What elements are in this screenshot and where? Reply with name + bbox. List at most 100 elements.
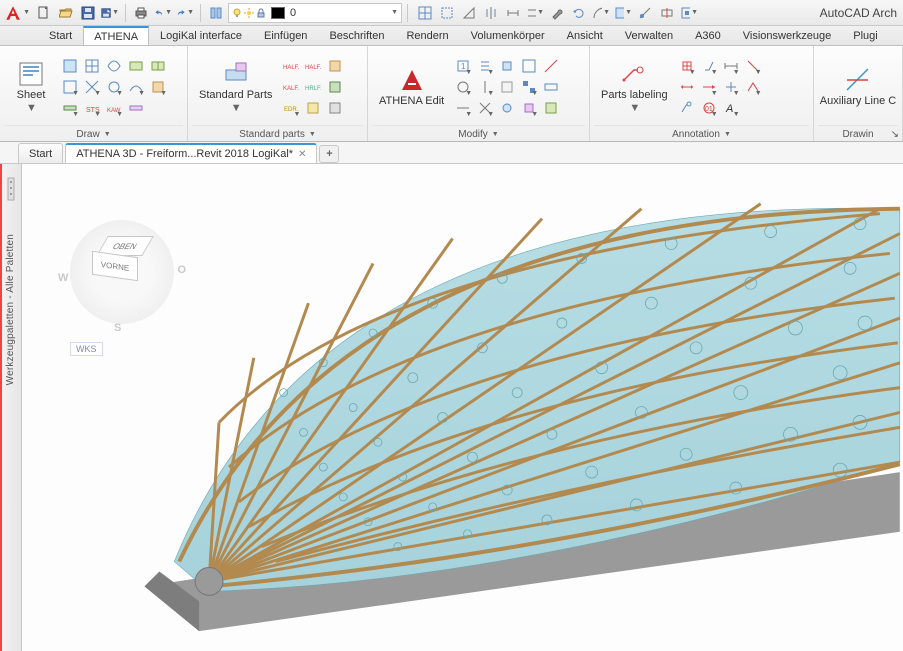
tab-beschriften[interactable]: Beschriften <box>318 26 395 45</box>
print-icon[interactable] <box>131 3 151 23</box>
measure-tri-icon[interactable] <box>459 3 479 23</box>
app-menu-button[interactable]: ▼ <box>4 2 30 24</box>
mod-btn-11[interactable]: ▼ <box>453 98 473 118</box>
mirror-icon[interactable] <box>481 3 501 23</box>
mod-btn-12[interactable]: ▼ <box>475 98 495 118</box>
auxiliary-line-button[interactable]: Auxiliary Line C <box>818 63 898 110</box>
draw-btn-14[interactable] <box>126 98 146 118</box>
new-icon[interactable] <box>34 3 54 23</box>
draw-btn-11[interactable]: ▼ <box>60 98 80 118</box>
tab-ansicht[interactable]: Ansicht <box>556 26 614 45</box>
draw-btn-7[interactable]: ▼ <box>82 77 102 97</box>
ann-btn-9[interactable] <box>677 98 697 118</box>
redo-icon[interactable]: ▼ <box>175 3 195 23</box>
select-icon[interactable] <box>437 3 457 23</box>
ann-btn-5[interactable] <box>677 77 697 97</box>
undo-icon[interactable]: ▼ <box>153 3 173 23</box>
mod-btn-7[interactable]: ▼ <box>475 77 495 97</box>
mod-btn-10[interactable] <box>541 77 561 97</box>
filetab-start[interactable]: Start <box>18 143 63 163</box>
mod-btn-1[interactable]: 1▼ <box>453 56 473 76</box>
panel-modify-name[interactable]: Modify▼ <box>372 125 585 141</box>
draw-btn-5[interactable] <box>148 56 168 76</box>
standardparts-button[interactable]: Standard Parts ▼ <box>192 57 279 117</box>
mod-btn-8[interactable] <box>497 77 517 97</box>
mod-btn-14[interactable]: ▼ <box>519 98 539 118</box>
mod-btn-2[interactable]: ▼ <box>475 56 495 76</box>
mod-btn-4[interactable] <box>519 56 539 76</box>
mod-btn-3[interactable] <box>497 56 517 76</box>
draw-btn-2[interactable] <box>82 56 102 76</box>
compass-w[interactable]: W <box>58 272 68 284</box>
mod-btn-5[interactable] <box>541 56 561 76</box>
sp-btn-8[interactable] <box>303 98 323 118</box>
wrench-icon[interactable] <box>547 3 567 23</box>
tab-volumenkoerper[interactable]: Volumenkörper <box>460 26 556 45</box>
tab-einfuegen[interactable]: Einfügen <box>253 26 318 45</box>
draw-btn-8[interactable]: ▼ <box>104 77 124 97</box>
ann-btn-4[interactable]: ▼ <box>743 56 763 76</box>
ann-btn-8[interactable]: ▼ <box>743 77 763 97</box>
tab-a360[interactable]: A360 <box>684 26 732 45</box>
ann-btn-1[interactable]: ▼ <box>677 56 697 76</box>
tool2-icon[interactable] <box>657 3 677 23</box>
close-icon[interactable]: ✕ <box>298 149 306 160</box>
sp-btn-1[interactable]: HALF. <box>281 56 301 76</box>
sp-btn-6[interactable] <box>325 77 345 97</box>
draw-btn-4[interactable] <box>126 56 146 76</box>
ann-btn-3[interactable]: ▼ <box>721 56 741 76</box>
arc-icon[interactable]: ▼ <box>591 3 611 23</box>
draw-btn-12[interactable]: STS▼ <box>82 98 102 118</box>
match-props-icon[interactable] <box>206 3 226 23</box>
viewport[interactable]: OBEN VORNE W O S WKS <box>22 164 903 651</box>
ann-btn-7[interactable]: ▼ <box>721 77 741 97</box>
panel-standardparts-name[interactable]: Standard parts▼↘ <box>192 125 363 141</box>
tab-athena[interactable]: ATHENA <box>83 26 149 46</box>
draw-btn-3[interactable] <box>104 56 124 76</box>
dim2-icon[interactable]: ▼ <box>525 3 545 23</box>
draw-btn-1[interactable] <box>60 56 80 76</box>
block-icon[interactable]: ▼ <box>613 3 633 23</box>
filetab-athena3d[interactable]: ATHENA 3D - Freiform...Revit 2018 LogiKa… <box>65 143 317 163</box>
mod-btn-6[interactable]: ▼ <box>453 77 473 97</box>
draw-btn-10[interactable]: ▼ <box>148 77 168 97</box>
compass-o[interactable]: O <box>177 264 186 276</box>
athena-edit-button[interactable]: ATHENA Edit <box>372 63 451 110</box>
ann-btn-2[interactable]: ▼ <box>699 56 719 76</box>
sp-btn-7[interactable]: EDR.▼ <box>281 98 301 118</box>
compass-s[interactable]: S <box>114 322 121 334</box>
sp-btn-9[interactable] <box>325 98 345 118</box>
parts-labeling-button[interactable]: Parts labeling ▼ <box>594 57 675 117</box>
sp-btn-4[interactable]: KALF. <box>281 77 301 97</box>
mod-btn-13[interactable] <box>497 98 517 118</box>
ann-btn-6[interactable]: ▼ <box>699 77 719 97</box>
dim-icon[interactable] <box>503 3 523 23</box>
save-icon[interactable] <box>78 3 98 23</box>
layer-dropdown[interactable]: 0 ▼ <box>228 3 402 23</box>
viewcube[interactable]: OBEN VORNE W O S <box>62 212 182 332</box>
tool1-icon[interactable] <box>635 3 655 23</box>
sheet-button[interactable]: Sheet ▼ <box>4 57 58 117</box>
ucs-label[interactable]: WKS <box>70 342 103 356</box>
sp-btn-5[interactable]: HRLF. <box>303 77 323 97</box>
tab-rendern[interactable]: Rendern <box>395 26 459 45</box>
tab-start[interactable]: Start <box>38 26 83 45</box>
tab-visionswerkzeuge[interactable]: Visionswerkzeuge <box>732 26 842 45</box>
sp-btn-2[interactable]: HALF. <box>303 56 323 76</box>
tool-palette-bar[interactable]: Werkzeugpaletten - Alle Paletten <box>0 164 22 651</box>
rotate-icon[interactable] <box>569 3 589 23</box>
open-icon[interactable] <box>56 3 76 23</box>
tab-plugins[interactable]: Plugi <box>842 26 888 45</box>
tab-verwalten[interactable]: Verwalten <box>614 26 684 45</box>
ann-btn-10[interactable]: 01▼ <box>699 98 719 118</box>
panel-draw-name[interactable]: Draw▼ <box>4 125 183 141</box>
viewcube-face-front[interactable]: VORNE <box>92 251 138 281</box>
mod-btn-9[interactable]: ▼ <box>519 77 539 97</box>
ann-btn-11[interactable]: A▼ <box>721 98 741 118</box>
saveas-icon[interactable]: ▼ <box>100 3 120 23</box>
grid-icon[interactable] <box>415 3 435 23</box>
draw-btn-9[interactable]: ▼ <box>126 77 146 97</box>
mod-btn-15[interactable] <box>541 98 561 118</box>
sp-btn-3[interactable] <box>325 56 345 76</box>
add-tab-button[interactable]: + <box>319 145 339 163</box>
